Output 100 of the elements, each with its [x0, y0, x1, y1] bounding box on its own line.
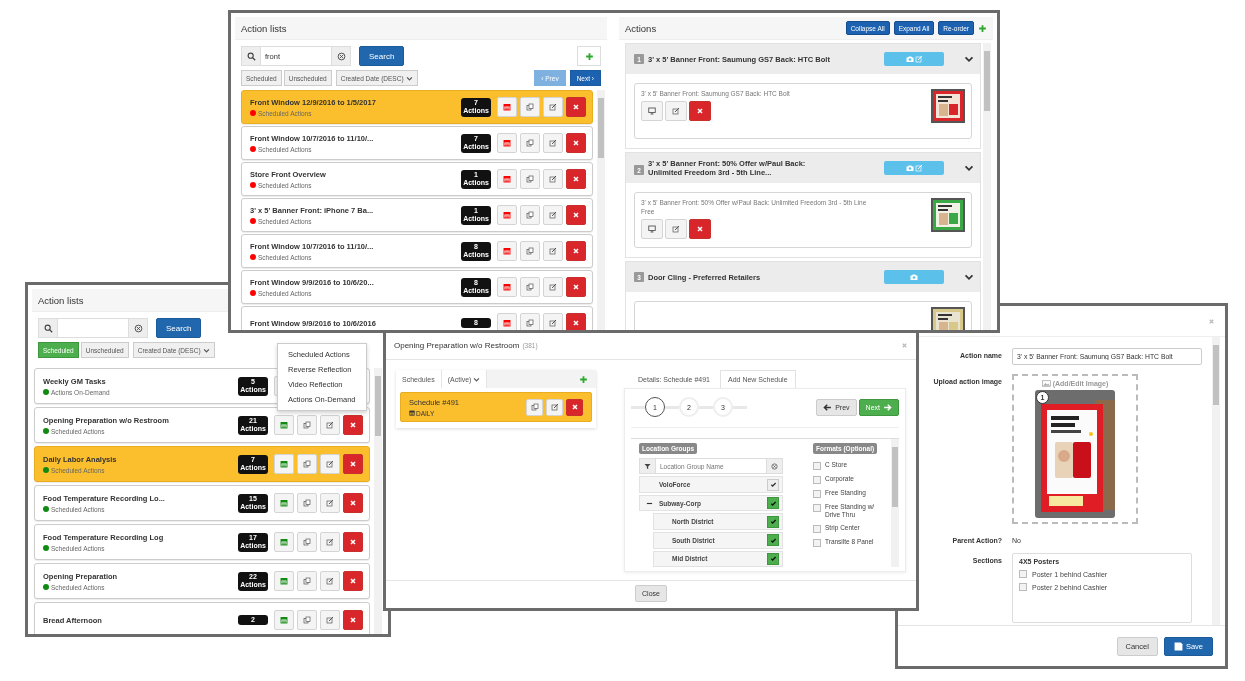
schedule-button[interactable]: [497, 313, 517, 330]
image-button[interactable]: [884, 161, 944, 175]
edit-button[interactable]: [543, 97, 563, 117]
schedule-button[interactable]: [274, 415, 294, 435]
input-addon[interactable]: [128, 318, 148, 338]
clear-icon[interactable]: [771, 462, 778, 470]
add-icon[interactable]: [579, 374, 588, 384]
scrollbar[interactable]: [891, 439, 899, 567]
add-button[interactable]: [577, 46, 601, 66]
edit-icon: [549, 247, 557, 255]
close-icon[interactable]: [901, 342, 908, 349]
image-button[interactable]: [884, 52, 944, 66]
copy-button[interactable]: [297, 532, 317, 552]
delete-button[interactable]: [343, 532, 363, 552]
copy-button[interactable]: [526, 398, 543, 416]
close-icon: [696, 225, 704, 233]
checkbox[interactable]: [813, 476, 821, 484]
schedule-button[interactable]: [274, 532, 294, 552]
schedule-button[interactable]: [497, 277, 517, 297]
schedule-button[interactable]: [497, 205, 517, 225]
delete-button[interactable]: [566, 398, 583, 416]
delete-button[interactable]: [343, 415, 363, 435]
checkbox[interactable]: [767, 515, 779, 528]
preview-button[interactable]: [641, 101, 663, 121]
checkbox[interactable]: [813, 462, 821, 470]
delete-button[interactable]: [689, 219, 711, 239]
checkbox[interactable]: [813, 504, 821, 512]
copy-button[interactable]: [520, 205, 540, 225]
checkbox[interactable]: [767, 497, 779, 510]
delete-button[interactable]: [343, 454, 363, 474]
schedule-button[interactable]: [274, 571, 294, 591]
checkbox[interactable]: [767, 534, 779, 547]
close-icon[interactable]: [1208, 317, 1215, 325]
checkbox[interactable]: [813, 525, 821, 533]
copy-button[interactable]: [520, 241, 540, 261]
search-button[interactable]: Search: [156, 318, 202, 338]
add-icon: [584, 51, 594, 61]
copy-button[interactable]: [520, 97, 540, 117]
checkbox[interactable]: [813, 490, 821, 498]
schedule-button[interactable]: [497, 97, 517, 117]
copy-button[interactable]: [297, 454, 317, 474]
schedule-button[interactable]: [497, 169, 517, 189]
clear-icon[interactable]: [133, 323, 143, 333]
schedule-button[interactable]: [274, 454, 294, 474]
chevron-down-icon[interactable]: [964, 272, 974, 282]
copy-button[interactable]: [297, 493, 317, 513]
chevron-down-icon[interactable]: [964, 54, 974, 64]
image-button[interactable]: [884, 270, 944, 284]
schedule-button[interactable]: [274, 610, 294, 630]
delete-button[interactable]: [343, 610, 363, 630]
edit-button[interactable]: [546, 398, 563, 416]
edit-icon: [326, 499, 334, 507]
input-addon[interactable]: [766, 458, 783, 475]
copy-button[interactable]: [297, 610, 317, 630]
checkbox[interactable]: [1019, 583, 1027, 591]
preview-button[interactable]: [641, 219, 663, 239]
search-button[interactable]: Search: [359, 46, 405, 66]
add-icon[interactable]: [978, 23, 987, 33]
schedule-button[interactable]: [497, 241, 517, 261]
search-icon: [43, 323, 53, 333]
delete-button[interactable]: [343, 571, 363, 591]
scrollbar[interactable]: [374, 368, 382, 634]
scrollbar[interactable]: [1212, 337, 1220, 625]
edit-button[interactable]: [320, 454, 340, 474]
copy-button[interactable]: [520, 133, 540, 153]
copy-button[interactable]: [520, 169, 540, 189]
check-icon: [769, 499, 777, 507]
copy-icon: [303, 421, 311, 429]
scrollbar[interactable]: [597, 90, 605, 330]
delete-button[interactable]: [566, 133, 586, 153]
copy-icon: [303, 616, 311, 624]
schedule-button[interactable]: [274, 493, 294, 513]
scrollbar[interactable]: [983, 43, 991, 330]
checkbox[interactable]: [813, 539, 821, 547]
chevron-down-icon[interactable]: [964, 163, 974, 173]
delete-button[interactable]: [566, 97, 586, 117]
checkbox[interactable]: [767, 552, 779, 565]
checkbox[interactable]: [767, 478, 779, 491]
copy-button[interactable]: [297, 571, 317, 591]
copy-button[interactable]: [297, 415, 317, 435]
delete-button[interactable]: [566, 313, 586, 330]
delete-button[interactable]: [566, 277, 586, 297]
clear-icon[interactable]: [336, 51, 346, 61]
checkbox[interactable]: [1019, 570, 1027, 578]
delete-button[interactable]: [566, 169, 586, 189]
delete-button[interactable]: [689, 101, 711, 121]
panel-title: Action lists: [241, 22, 287, 34]
copy-button[interactable]: [520, 277, 540, 297]
close-icon: [696, 107, 704, 115]
copy-button[interactable]: [520, 313, 540, 330]
edit-icon: [672, 225, 680, 233]
schedule-button[interactable]: [497, 133, 517, 153]
calendar-icon: [280, 460, 288, 468]
edit-icon: [549, 319, 557, 327]
edit-icon: [326, 538, 334, 546]
search-field[interactable]: [58, 318, 128, 338]
input-addon[interactable]: [331, 46, 351, 66]
delete-button[interactable]: [343, 493, 363, 513]
delete-button[interactable]: [566, 241, 586, 261]
delete-button[interactable]: [566, 205, 586, 225]
